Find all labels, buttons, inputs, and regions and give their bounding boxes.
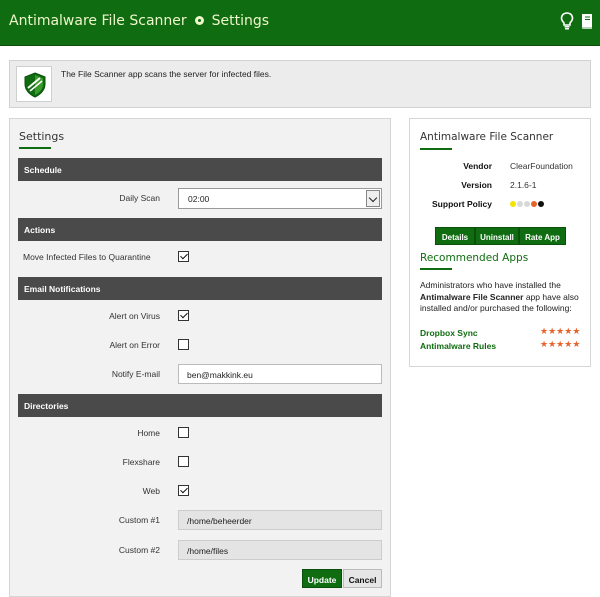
dir-home-checkbox[interactable]: [178, 427, 189, 438]
support-dot: [538, 201, 544, 207]
chevron-down-icon[interactable]: [366, 190, 380, 207]
alert-virus-label: Alert on Virus: [109, 311, 160, 321]
recommended-underline: [420, 268, 452, 270]
page-title: Settings: [211, 13, 270, 29]
section-actions: Actions: [18, 218, 382, 241]
alert-error-label: Alert on Error: [109, 340, 160, 350]
version-value: 2.1.6-1: [510, 180, 537, 190]
book-icon[interactable]: [580, 12, 594, 30]
dir-web-checkbox[interactable]: [178, 485, 189, 496]
sidebar-title: Antimalware File Scanner: [420, 131, 554, 143]
support-dot: [517, 201, 523, 207]
rating-stars: ★ ★ ★ ★ ★: [540, 328, 580, 337]
notify-email-field[interactable]: ben@makkink.eu: [178, 364, 382, 384]
alert-error-checkbox[interactable]: [178, 339, 189, 350]
dir-web-label: Web: [142, 486, 160, 496]
rec-text-intro: Administrators who have installed the: [420, 280, 561, 290]
app-intro: The File Scanner app scans the server fo…: [9, 60, 591, 108]
rec-text-app-name: Antimalware File Scanner: [420, 291, 524, 302]
app-action-buttons: Details Uninstall Rate App: [435, 227, 566, 245]
support-policy-indicator: [510, 201, 544, 207]
section-directories: Directories: [18, 394, 382, 417]
recommended-apps-text: Administrators who have installed the An…: [420, 280, 588, 315]
daily-scan-select[interactable]: 02:00: [178, 188, 382, 209]
app-logo: [16, 66, 52, 102]
app-info-sidebar: Antimalware File Scanner Vendor ClearFou…: [409, 118, 591, 367]
notify-email-label: Notify E-mail: [111, 369, 160, 379]
daily-scan-value: 02:00: [188, 194, 210, 204]
breadcrumb: Antimalware File Scanner Settings: [9, 13, 269, 29]
recommended-apps-title: Recommended Apps: [420, 252, 529, 264]
dir-flexshare-checkbox[interactable]: [178, 456, 189, 467]
star-icon: ★: [540, 327, 549, 337]
move-quarantine-label: Move Infected Files to Quarantine: [23, 252, 151, 262]
star-icon: ★: [564, 327, 573, 337]
custom1-label: Custom #1: [118, 515, 160, 525]
daily-scan-label: Daily Scan: [119, 193, 160, 203]
star-icon: ★: [572, 340, 581, 350]
custom2-label: Custom #2: [118, 545, 160, 555]
rate-app-button[interactable]: Rate App: [519, 227, 566, 245]
top-bar: Antimalware File Scanner Settings: [0, 0, 600, 46]
support-dot: [524, 201, 530, 207]
dir-flexshare-label: Flexshare: [122, 457, 160, 467]
uninstall-button[interactable]: Uninstall: [475, 227, 519, 245]
sidebar-title-underline: [420, 148, 452, 150]
star-icon: ★: [572, 327, 581, 337]
star-icon: ★: [548, 340, 557, 350]
details-button[interactable]: Details: [435, 227, 475, 245]
rating-stars: ★ ★ ★ ★ ★: [540, 341, 580, 350]
move-quarantine-checkbox[interactable]: [178, 251, 189, 262]
cancel-button[interactable]: Cancel: [343, 569, 382, 588]
recommended-app-link[interactable]: Dropbox Sync: [420, 328, 478, 338]
app-title[interactable]: Antimalware File Scanner: [9, 13, 187, 29]
support-dot: [531, 201, 537, 207]
intro-text: The File Scanner app scans the server fo…: [61, 69, 272, 79]
support-policy-label: Support Policy: [432, 199, 492, 209]
support-dot: [510, 201, 516, 207]
recommended-app-link[interactable]: Antimalware Rules: [420, 341, 496, 351]
dir-home-label: Home: [137, 428, 160, 438]
custom2-field[interactable]: /home/files: [178, 540, 382, 560]
vendor-label: Vendor: [463, 161, 492, 171]
breadcrumb-separator-icon: [194, 16, 204, 25]
star-icon: ★: [556, 340, 565, 350]
settings-title-underline: [19, 147, 51, 149]
star-icon: ★: [540, 340, 549, 350]
settings-title: Settings: [19, 130, 65, 143]
custom1-field[interactable]: /home/beheerder: [178, 510, 382, 530]
lightbulb-icon[interactable]: [560, 12, 574, 30]
section-email-notifications: Email Notifications: [18, 277, 382, 300]
star-icon: ★: [556, 327, 565, 337]
star-icon: ★: [564, 340, 573, 350]
section-schedule: Schedule: [18, 158, 382, 181]
update-button[interactable]: Update: [302, 569, 342, 588]
star-icon: ★: [548, 327, 557, 337]
shield-icon: [24, 72, 46, 98]
version-label: Version: [461, 180, 492, 190]
vendor-value: ClearFoundation: [510, 161, 573, 171]
alert-virus-checkbox[interactable]: [178, 310, 189, 321]
